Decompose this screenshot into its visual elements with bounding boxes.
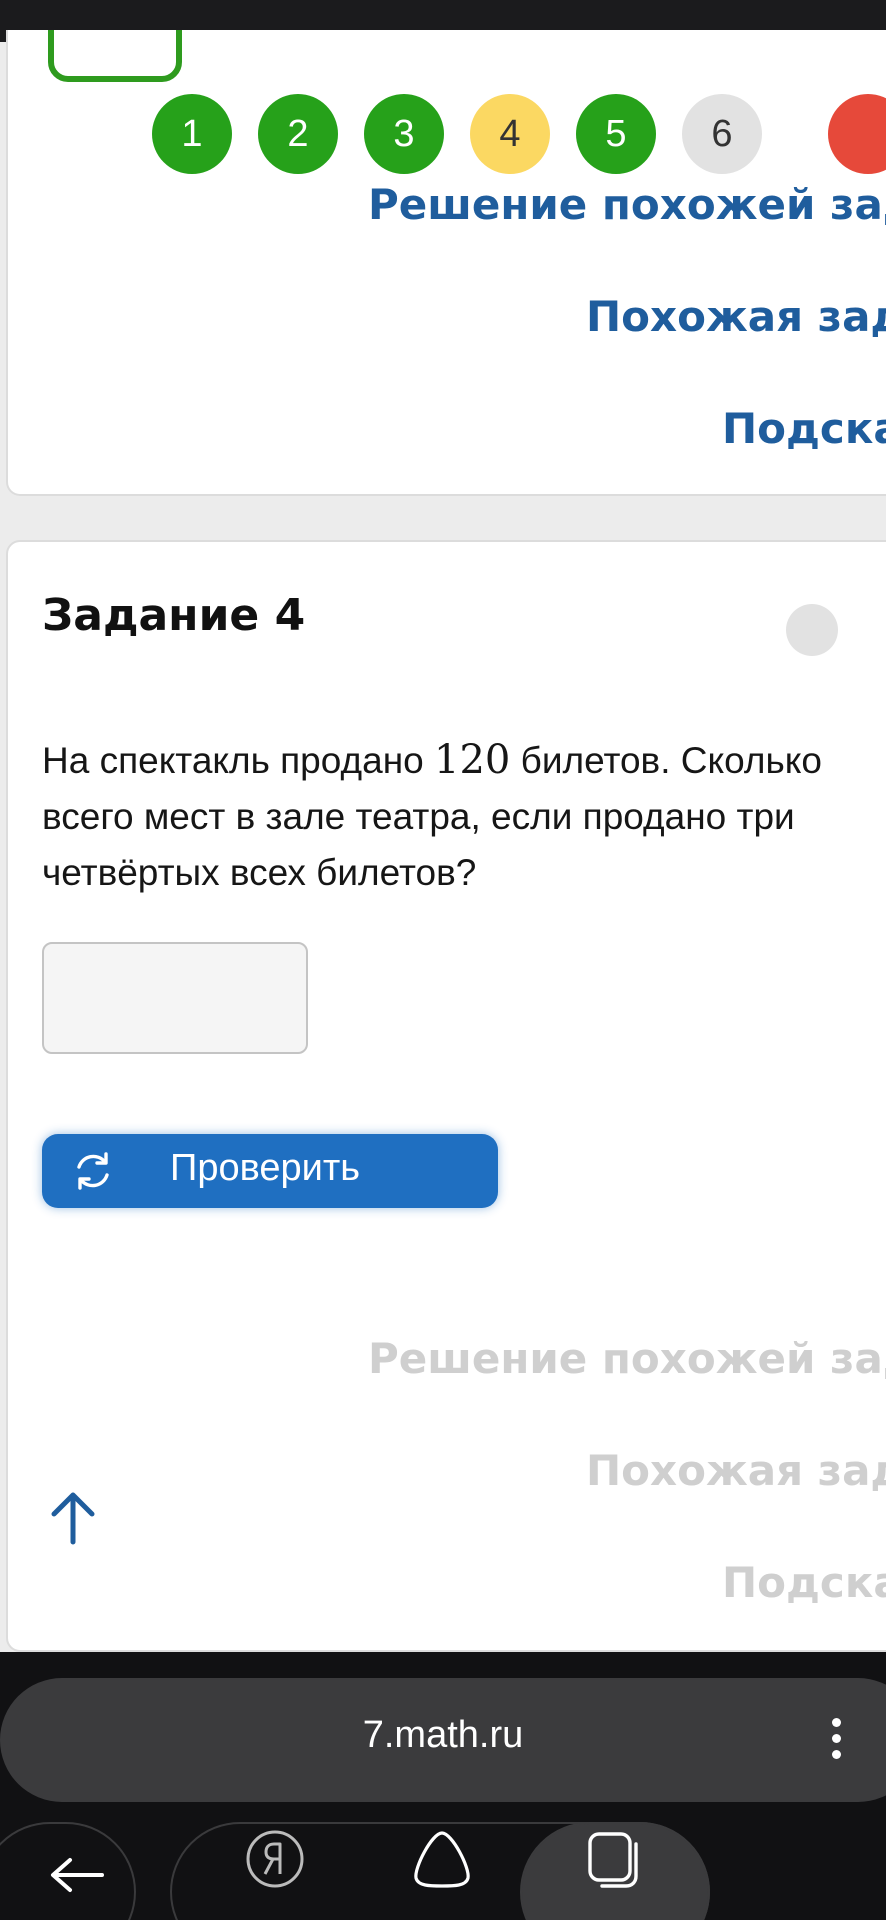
similar-solution-link[interactable]: Решение похожей зад bbox=[368, 1334, 886, 1383]
yandex-icon[interactable] bbox=[244, 1828, 306, 1890]
alice-icon[interactable] bbox=[410, 1828, 474, 1890]
tabs-icon bbox=[588, 1832, 638, 1888]
similar-task-link[interactable]: Похожая зад bbox=[586, 1446, 886, 1495]
task-status-indicator bbox=[786, 604, 838, 656]
task-nav-6[interactable]: 6 bbox=[682, 94, 762, 174]
task-statement-line-1: На спектакль продано 120 билетов. Скольк… bbox=[42, 737, 822, 783]
task-statement: На спектакль продано 120 билетов. Скольк… bbox=[42, 732, 886, 901]
refresh-icon bbox=[77, 1152, 109, 1190]
previous-task-card: 1 2 3 4 5 6 Решение похожей зад Похожая … bbox=[6, 30, 886, 496]
previous-answer-indicator bbox=[48, 30, 182, 82]
task-statement-line-3: четвёртых всех билетов? bbox=[42, 852, 477, 893]
similar-task-link[interactable]: Похожая зад bbox=[586, 292, 886, 341]
task-nav-5[interactable]: 5 bbox=[576, 94, 656, 174]
task-title: Задание 4 bbox=[42, 590, 306, 641]
task-number: 120 bbox=[434, 737, 511, 783]
similar-solution-link[interactable]: Решение похожей зад bbox=[368, 180, 886, 229]
check-button-label: Проверить bbox=[170, 1147, 361, 1189]
arrow-up-icon[interactable] bbox=[48, 1490, 98, 1546]
browser-bottom-bar: 7.math.ru bbox=[0, 1652, 886, 1920]
task-nav-3[interactable]: 3 bbox=[364, 94, 444, 174]
answer-input[interactable] bbox=[42, 942, 308, 1054]
hint-link[interactable]: Подска bbox=[722, 1558, 886, 1607]
task-nav-1[interactable]: 1 bbox=[152, 94, 232, 174]
task-nav-4[interactable]: 4 bbox=[470, 94, 550, 174]
task-nav-7[interactable] bbox=[828, 94, 886, 174]
screen: 1 2 3 4 5 6 Решение похожей зад Похожая … bbox=[0, 0, 886, 1920]
task-nav-2[interactable]: 2 bbox=[258, 94, 338, 174]
hint-link[interactable]: Подска bbox=[722, 404, 886, 453]
check-button[interactable]: Проверить bbox=[42, 1134, 498, 1208]
more-menu-icon[interactable] bbox=[826, 1718, 846, 1766]
task-card: Задание 4 На спектакль продано 120 билет… bbox=[6, 540, 886, 1652]
address-bar[interactable]: 7.math.ru bbox=[0, 1678, 886, 1802]
url-text: 7.math.ru bbox=[362, 1714, 524, 1756]
arrow-left-icon bbox=[51, 1858, 104, 1892]
task-statement-line-2: всего мест в зале театра, если продано т… bbox=[42, 796, 795, 837]
browser-nav bbox=[0, 1822, 886, 1920]
